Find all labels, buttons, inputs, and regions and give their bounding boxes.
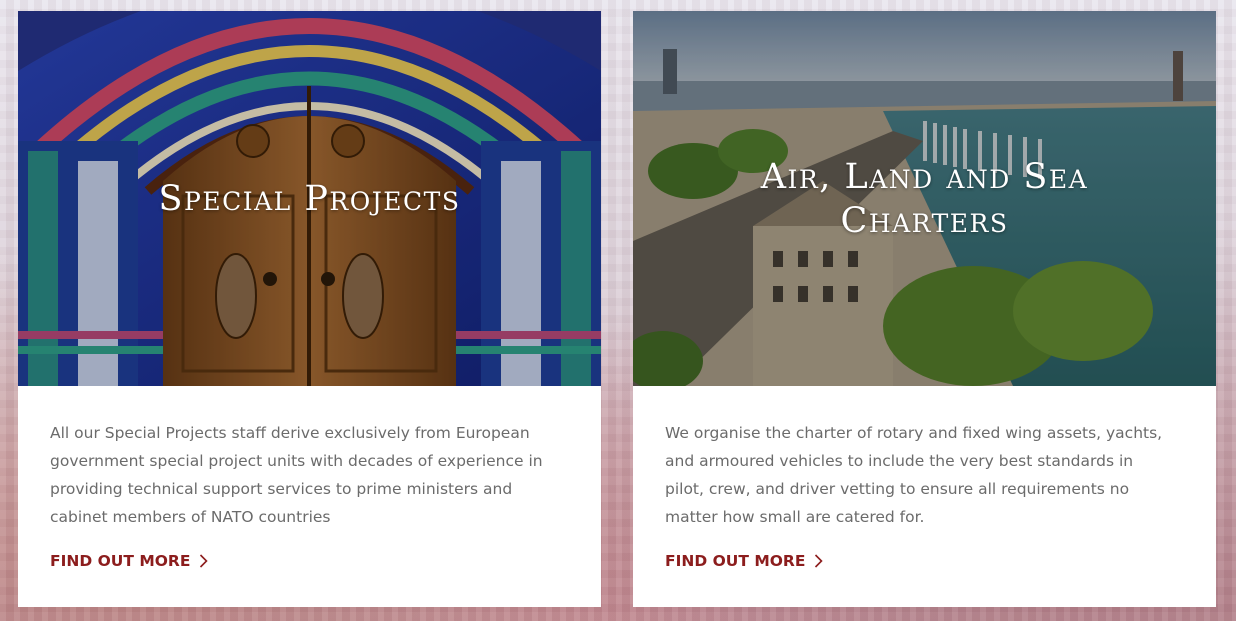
charters-card: Air, Land and Sea Charters We organise t… [633,11,1216,607]
card-title-line-2: Charters [840,201,1009,241]
find-out-more-label: FIND OUT MORE [50,552,191,570]
card-title-special-projects: Special Projects [158,179,461,219]
chevron-right-icon [815,554,824,568]
special-projects-card: Special Projects All our Special Project… [18,11,601,607]
card-body: All our Special Projects staff derive ex… [18,386,601,531]
find-out-more-link-charters[interactable]: FIND OUT MORE [665,552,824,570]
card-description: All our Special Projects staff derive ex… [50,424,543,526]
card-title-charters: Air, Land and Sea Charters [633,155,1216,243]
card-description: We organise the charter of rotary and fi… [665,424,1163,526]
card-image-ornate-door[interactable]: Special Projects [18,11,601,386]
chevron-right-icon [200,554,209,568]
find-out-more-link-special-projects[interactable]: FIND OUT MORE [50,552,209,570]
card-title-line-1: Air, Land and Sea [760,157,1089,197]
find-out-more-label: FIND OUT MORE [665,552,806,570]
card-image-harbour[interactable]: Air, Land and Sea Charters [633,11,1216,386]
card-body: We organise the charter of rotary and fi… [633,386,1216,531]
